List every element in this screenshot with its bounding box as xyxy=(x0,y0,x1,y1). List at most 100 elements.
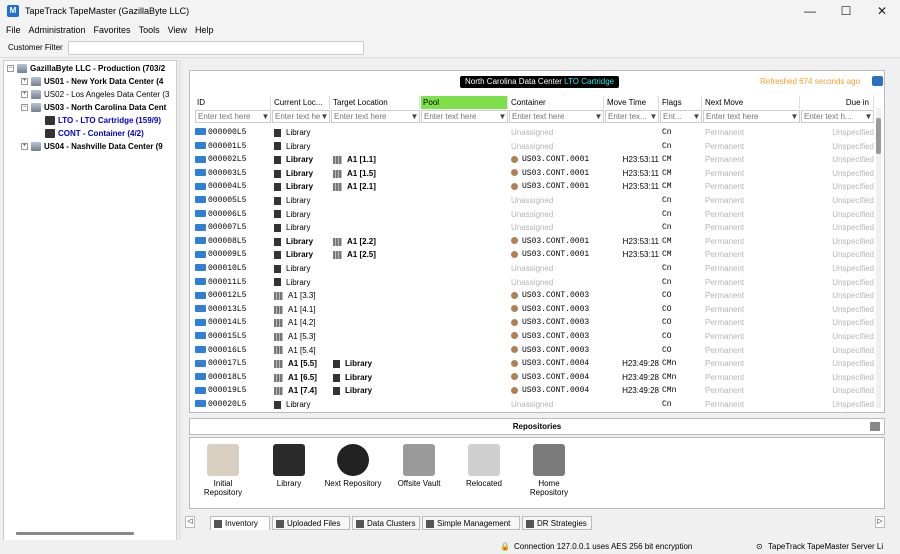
filter-input-due-in[interactable] xyxy=(802,111,864,122)
menu-file[interactable]: File xyxy=(6,25,21,35)
filter-input-pool[interactable] xyxy=(422,111,498,122)
due-in: Unspecified xyxy=(832,250,874,260)
tab-simple-management[interactable]: Simple Management xyxy=(422,516,520,530)
column-header-target-location[interactable]: Target Location xyxy=(331,96,420,109)
close-button[interactable]: ✕ xyxy=(864,0,900,22)
filter-input-next-move[interactable] xyxy=(704,111,790,122)
filter-icon[interactable]: ▼ xyxy=(261,112,270,121)
table-row[interactable]: 000009L5 Library A1 [2.5] US03.CONT.0001 H23… xyxy=(193,248,874,262)
column-header-current-location[interactable]: Current Loc... xyxy=(272,96,330,109)
expand-icon[interactable]: + xyxy=(21,91,28,98)
column-header-id[interactable]: ID xyxy=(195,96,271,109)
tree-horizontal-scrollbar[interactable] xyxy=(16,532,134,535)
scrollbar-thumb[interactable] xyxy=(876,118,881,154)
filter-icon[interactable]: ▼ xyxy=(320,112,329,121)
refresh-icon[interactable] xyxy=(872,76,883,86)
menu-tools[interactable]: Tools xyxy=(139,25,160,35)
table-row[interactable]: 000015L5 A1 [5.3] US03.CONT.0003 CO Permanen… xyxy=(193,330,874,344)
tree-node-lto[interactable]: LTO - LTO Cartridge (159/9) xyxy=(45,116,161,125)
table-row[interactable]: 000005L5 Library Unassigned Cn Permanent Unsp… xyxy=(193,194,874,208)
filter-icon[interactable]: ▼ xyxy=(864,112,873,121)
tree-node-us03[interactable]: − US03 - North Carolina Data Cent xyxy=(21,103,166,112)
repositories-settings-icon[interactable] xyxy=(870,422,880,431)
expand-icon[interactable]: + xyxy=(21,78,28,85)
tree-node-gazillabyte[interactable]: − GazillaByte LLC - Production (703/2 xyxy=(7,64,165,73)
table-row[interactable]: 000006L5 Library Unassigned Cn Permanent Unsp… xyxy=(193,208,874,222)
filter-cell-next-move: ▼ xyxy=(703,110,800,123)
tab-data-clusters[interactable]: Data Clusters xyxy=(352,516,420,530)
due-in: Unspecified xyxy=(832,141,874,151)
panel-splitter[interactable] xyxy=(178,60,181,542)
filter-input-current-location[interactable] xyxy=(273,111,320,122)
column-header-move-time[interactable]: Move Time xyxy=(605,96,659,109)
filter-icon[interactable]: ▼ xyxy=(649,112,658,121)
filter-icon[interactable]: ▼ xyxy=(594,112,603,121)
expand-icon[interactable]: + xyxy=(21,143,28,150)
collapse-icon[interactable]: − xyxy=(7,65,14,72)
tree-node-cont[interactable]: CONT - Container (4/2) xyxy=(45,129,144,138)
table-row[interactable]: 000018L5 A1 [6.5] Library US03.CONT.0004 H23… xyxy=(193,371,874,385)
menu-favorites[interactable]: Favorites xyxy=(94,25,131,35)
table-row[interactable]: 000019L5 A1 [7.4] Library US03.CONT.0004 H23… xyxy=(193,384,874,398)
repository-relocated[interactable]: Relocated xyxy=(452,444,516,488)
repository-offsite-vault[interactable]: Offsite Vault xyxy=(387,444,451,488)
table-row[interactable]: 000020L5 Library Unassigned Cn Permanent Unsp… xyxy=(193,398,874,412)
table-row[interactable]: 000000L5 Library Unassigned Cn Permanent Unsp… xyxy=(193,126,874,140)
table-row[interactable]: 000010L5 Library Unassigned Cn Permanent Unsp… xyxy=(193,262,874,276)
tree-node-us01[interactable]: + US01 - New York Data Center (4 xyxy=(21,77,163,86)
menu-view[interactable]: View xyxy=(168,25,187,35)
next-move: Permanent xyxy=(705,209,745,219)
table-row[interactable]: 000002L5 Library A1 [1.1] US03.CONT.0001 H23… xyxy=(193,153,874,167)
customer-filter-input[interactable] xyxy=(67,40,364,55)
next-move: Permanent xyxy=(705,141,745,151)
target-location: A1 [1.1] xyxy=(347,155,376,165)
current-location: Library xyxy=(286,400,311,409)
repository-next-repository[interactable]: Next Repository xyxy=(321,444,385,488)
filter-icon[interactable]: ▼ xyxy=(498,112,507,121)
table-row[interactable]: 000004L5 Library A1 [2.1] US03.CONT.0001 H23… xyxy=(193,180,874,194)
column-header-due-in[interactable]: Due in xyxy=(801,96,874,109)
table-row[interactable]: 000003L5 Library A1 [1.5] US03.CONT.0001 H23… xyxy=(193,167,874,181)
column-header-next-move[interactable]: Next Move xyxy=(703,96,800,109)
table-row[interactable]: 000007L5 Library Unassigned Cn Permanent Unsp… xyxy=(193,221,874,235)
repository-library[interactable]: Library xyxy=(257,444,321,488)
tree-node-us02[interactable]: + US02 - Los Angeles Data Center (3 xyxy=(21,90,169,99)
table-row[interactable]: 000008L5 Library A1 [2.2] US03.CONT.0001 H23… xyxy=(193,235,874,249)
next-move: Permanent xyxy=(705,223,745,233)
location-name: North Carolina Data Center xyxy=(465,77,562,86)
filter-input-container[interactable] xyxy=(510,111,594,122)
table-row[interactable]: 000017L5 A1 [5.5] Library US03.CONT.0004 H23… xyxy=(193,357,874,371)
grid-vertical-scrollbar[interactable] xyxy=(876,108,881,408)
column-header-container[interactable]: Container xyxy=(509,96,604,109)
filter-icon[interactable]: ▼ xyxy=(692,112,701,121)
filter-icon[interactable]: ▼ xyxy=(410,112,419,121)
column-header-pool[interactable]: Pool xyxy=(421,96,508,109)
tab-uploaded-files[interactable]: Uploaded Files xyxy=(272,516,350,530)
minimize-button[interactable]: — xyxy=(792,0,828,22)
table-row[interactable]: 000012L5 A1 [3.3] US03.CONT.0003 CO Permanen… xyxy=(193,289,874,303)
tape-cartridge-icon xyxy=(195,155,206,163)
container-cell: US03.CONT.0004 xyxy=(511,384,606,397)
filter-icon[interactable]: ▼ xyxy=(790,112,799,121)
menu-administration[interactable]: Administration xyxy=(29,25,86,35)
repository-home-repository[interactable]: Home Repository xyxy=(517,444,581,497)
filter-input-move-time[interactable] xyxy=(606,111,649,122)
table-row[interactable]: 000011L5 Library Unassigned Cn Permanent Unsp… xyxy=(193,276,874,290)
tab-inventory[interactable]: Inventory xyxy=(210,516,270,530)
tree-node-us04[interactable]: + US04 - Nashville Data Center (9 xyxy=(21,142,163,151)
tab-dr-strategies[interactable]: DR Strategies xyxy=(522,516,592,530)
menu-help[interactable]: Help xyxy=(195,25,214,35)
column-header-flags[interactable]: Flags xyxy=(660,96,702,109)
filter-input-target-location[interactable] xyxy=(332,111,410,122)
repository-initial-repository[interactable]: Initial Repository xyxy=(191,444,255,497)
collapse-icon[interactable]: − xyxy=(21,104,28,111)
maximize-button[interactable]: ☐ xyxy=(828,0,864,22)
filter-input-id[interactable] xyxy=(196,111,261,122)
table-row[interactable]: 000016L5 A1 [5.4] US03.CONT.0003 CO Permanen… xyxy=(193,344,874,358)
table-row[interactable]: 000001L5 Library Unassigned Cn Permanent Unsp… xyxy=(193,140,874,154)
tab-scroll-left-icon[interactable]: ◁ xyxy=(185,516,195,528)
filter-input-flags[interactable] xyxy=(661,111,692,122)
table-row[interactable]: 000014L5 A1 [4.2] US03.CONT.0003 CO Permanen… xyxy=(193,316,874,330)
tab-scroll-right-icon[interactable]: ▷ xyxy=(875,516,885,528)
table-row[interactable]: 000013L5 A1 [4.1] US03.CONT.0003 CO Permanen… xyxy=(193,303,874,317)
